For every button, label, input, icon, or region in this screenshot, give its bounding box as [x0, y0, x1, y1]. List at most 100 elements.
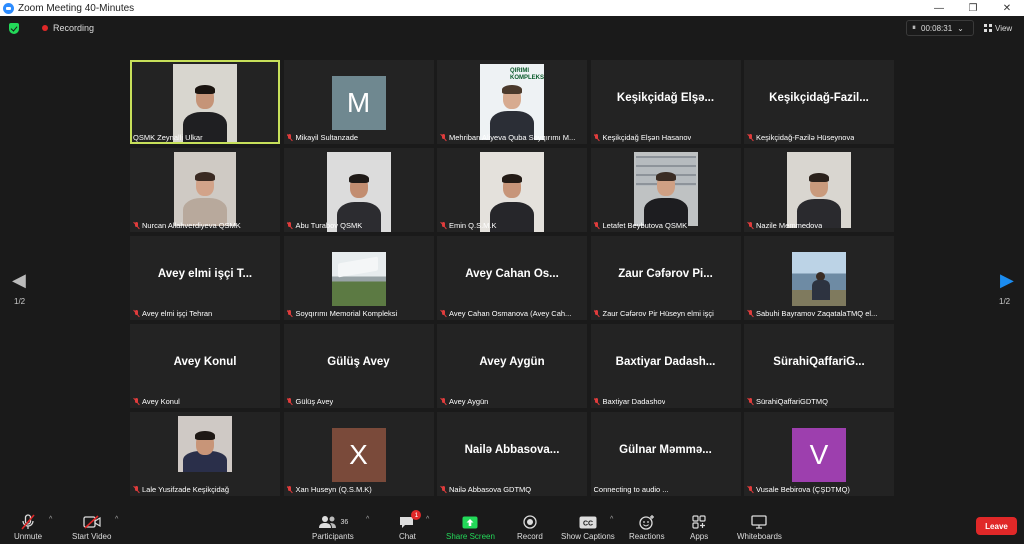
- gallery-grid: QSMK Zeynalli Ulkar M Mikayil Sultanzade QI…: [130, 60, 894, 500]
- participant-display-name: Gülüş Avey: [327, 356, 390, 368]
- microphone-muted-icon: [287, 222, 293, 229]
- participant-name: Avey elmi işçi Tehran: [142, 309, 213, 318]
- participant-name: Emin Q.S.M.K: [449, 221, 497, 230]
- participant-tile[interactable]: M Mikayil Sultanzade: [283, 60, 434, 144]
- participant-tile[interactable]: Sabuhi Bayramov ZaqatalaTMQ el...: [744, 236, 894, 320]
- meeting-toolbar: Unmute ^ Start Video ^ 36 Participants ^…: [0, 510, 1024, 544]
- avatar: M: [331, 76, 386, 130]
- participant-name: Lale Yusifzade Keşikçidağ: [142, 485, 230, 494]
- participant-tile[interactable]: SürahiQaffariG... SürahiQaffariGDTMQ: [744, 324, 894, 408]
- unmute-button[interactable]: Unmute: [14, 514, 42, 541]
- participant-video: [792, 252, 846, 306]
- participant-tile[interactable]: Avey elmi işçi T... Avey elmi işçi Tehran: [130, 236, 280, 320]
- chat-button[interactable]: 1 Chat: [399, 510, 422, 541]
- participant-tile[interactable]: Nurcan Allahverdiyeva QSMK: [130, 148, 280, 232]
- participant-video: [173, 64, 237, 142]
- start-video-button[interactable]: Start Video: [72, 514, 111, 541]
- participant-tile[interactable]: Keşikçidağ Elşə... Keşikçidağ Elşən Hasan…: [590, 60, 741, 144]
- next-page-arrow-icon[interactable]: ▶: [1000, 270, 1014, 291]
- participant-name-label: Gülüş Avey: [287, 397, 333, 406]
- recording-label[interactable]: Recording: [53, 23, 94, 33]
- chat-unread-badge: 1: [411, 510, 422, 520]
- participant-tile[interactable]: Soyqırımı Memorial Kompleksi: [283, 236, 434, 320]
- apps-icon: [692, 514, 706, 530]
- microphone-muted-icon: [133, 310, 139, 317]
- participant-tile[interactable]: V Vusale Bebirova (ÇŞDTMQ): [744, 412, 894, 496]
- close-window-button[interactable]: ✕: [990, 3, 1024, 14]
- participant-name: Avey Konul: [142, 397, 180, 406]
- participants-count: 36: [340, 518, 349, 526]
- participant-name-label: Emin Q.S.M.K: [440, 221, 497, 230]
- participant-name: Nurcan Allahverdiyeva QSMK: [142, 221, 241, 230]
- captions-chevron-icon[interactable]: ^: [610, 516, 613, 523]
- show-captions-button[interactable]: CC Show Captions: [561, 514, 615, 541]
- participant-display-name: Avey elmi işçi T...: [157, 268, 253, 280]
- view-button[interactable]: View: [984, 20, 1012, 36]
- participant-tile[interactable]: QIRIMI KOMPLEKSİ Mehriban Aliyeva Quba So…: [437, 60, 587, 144]
- meeting-timer[interactable]: ⏸ 00:08:31 ⌄: [906, 20, 974, 36]
- microphone-muted-icon: [747, 398, 753, 405]
- leave-button[interactable]: Leave: [976, 517, 1017, 535]
- maximize-button[interactable]: ❐: [956, 3, 990, 14]
- participant-tile[interactable]: Lale Yusifzade Keşikçidağ: [130, 412, 280, 496]
- microphone-muted-icon: [594, 134, 600, 141]
- avatar: X: [331, 428, 386, 482]
- participant-display-name: SürahiQaffariG...: [773, 356, 865, 368]
- microphone-muted-icon: [747, 310, 753, 317]
- audio-options-chevron-icon[interactable]: ^: [49, 516, 52, 523]
- participant-video: [480, 152, 544, 232]
- security-shield-icon[interactable]: [9, 22, 19, 34]
- participant-name-label: Abu Turabov QSMK: [287, 221, 362, 230]
- participant-name: Soyqırımı Memorial Kompleksi: [295, 309, 398, 318]
- microphone-muted-icon: [440, 222, 446, 229]
- participant-name-label: Keşikçidağ-Fazilə Hüseynova: [747, 133, 854, 142]
- avatar: V: [792, 428, 846, 482]
- participants-button[interactable]: 36 Participants: [312, 514, 354, 541]
- svg-text:CC: CC: [583, 520, 593, 527]
- participant-display-name: Gülnar Məmmə...: [619, 444, 712, 456]
- participant-tile[interactable]: Zaur Cəfərov Pi... Zaur Cəfərov Pir Hüsey…: [590, 236, 741, 320]
- participant-tile[interactable]: Avey Konul Avey Konul: [130, 324, 280, 408]
- participant-tile[interactable]: Emin Q.S.M.K: [437, 148, 587, 232]
- window-title: Zoom Meeting 40-Minutes: [18, 2, 135, 14]
- participant-tile[interactable]: Baxtiyar Dadash... Baxtiyar Dadashov: [590, 324, 741, 408]
- participant-tile[interactable]: Gülüş Avey Gülüş Avey: [283, 324, 434, 408]
- participant-tile[interactable]: Avey Cahan Os... Avey Cahan Osmanova (Ave…: [437, 236, 587, 320]
- minimize-button[interactable]: —: [922, 3, 956, 14]
- participant-display-name: Baxtiyar Dadash...: [615, 356, 716, 368]
- participant-tile[interactable]: Nailə Abbasova... Nailə Abbasova GDTMQ: [437, 412, 587, 496]
- participant-name: Baxtiyar Dadashov: [602, 397, 666, 406]
- record-button[interactable]: Record: [517, 514, 543, 541]
- closed-captions-icon: CC: [579, 514, 597, 530]
- participant-name-label: Letafet Beybutova QSMK: [594, 221, 687, 230]
- banner-text: QIRIMI KOMPLEKSİ: [510, 68, 544, 81]
- participant-display-name: Keşikçidağ-Fazil...: [769, 92, 869, 104]
- video-options-chevron-icon[interactable]: ^: [115, 516, 118, 523]
- participant-name: Keşikçidağ-Fazilə Hüseynova: [756, 133, 855, 142]
- participant-tile[interactable]: Abu Turabov QSMK: [283, 148, 434, 232]
- meeting-topbar: Recording ⏸ 00:08:31 ⌄ View: [0, 16, 1024, 40]
- pause-icon: ⏸: [912, 23, 916, 32]
- microphone-muted-icon: [133, 486, 139, 493]
- chat-icon: 1: [399, 510, 422, 530]
- chat-chevron-icon[interactable]: ^: [426, 516, 429, 523]
- participant-tile[interactable]: QSMK Zeynalli Ulkar: [130, 60, 280, 144]
- participant-name: Vusale Bebirova (ÇŞDTMQ): [756, 485, 850, 494]
- participant-name-label: Avey Cahan Osmanova (Avey Cah...: [440, 309, 571, 318]
- previous-page-arrow-icon[interactable]: ◀: [12, 270, 26, 291]
- participant-video: [331, 252, 386, 306]
- participant-tile[interactable]: Nazile Memmedova: [744, 148, 894, 232]
- whiteboards-button[interactable]: Whiteboards: [737, 514, 782, 541]
- participant-tile[interactable]: Avey Aygün Avey Aygün: [437, 324, 587, 408]
- participant-tile[interactable]: Keşikçidağ-Fazil... Keşikçidağ-Fazilə Hüs…: [744, 60, 894, 144]
- reactions-button[interactable]: Reactions: [629, 514, 665, 541]
- participant-name: Sabuhi Bayramov ZaqatalaTMQ el...: [756, 309, 878, 318]
- apps-button[interactable]: Apps: [690, 514, 708, 541]
- participant-tile[interactable]: Gülnar Məmmə... Connecting to audio ...: [590, 412, 741, 496]
- participant-name: Mehriban Aliyeva Quba Soyqırımı M...: [449, 133, 576, 142]
- participants-chevron-icon[interactable]: ^: [366, 516, 369, 523]
- microphone-muted-icon: [440, 486, 446, 493]
- participant-tile[interactable]: X Xan Huseyn (Q.S.M.K): [283, 412, 434, 496]
- participant-tile[interactable]: Letafet Beybutova QSMK: [590, 148, 741, 232]
- share-screen-button[interactable]: Share Screen: [446, 514, 495, 541]
